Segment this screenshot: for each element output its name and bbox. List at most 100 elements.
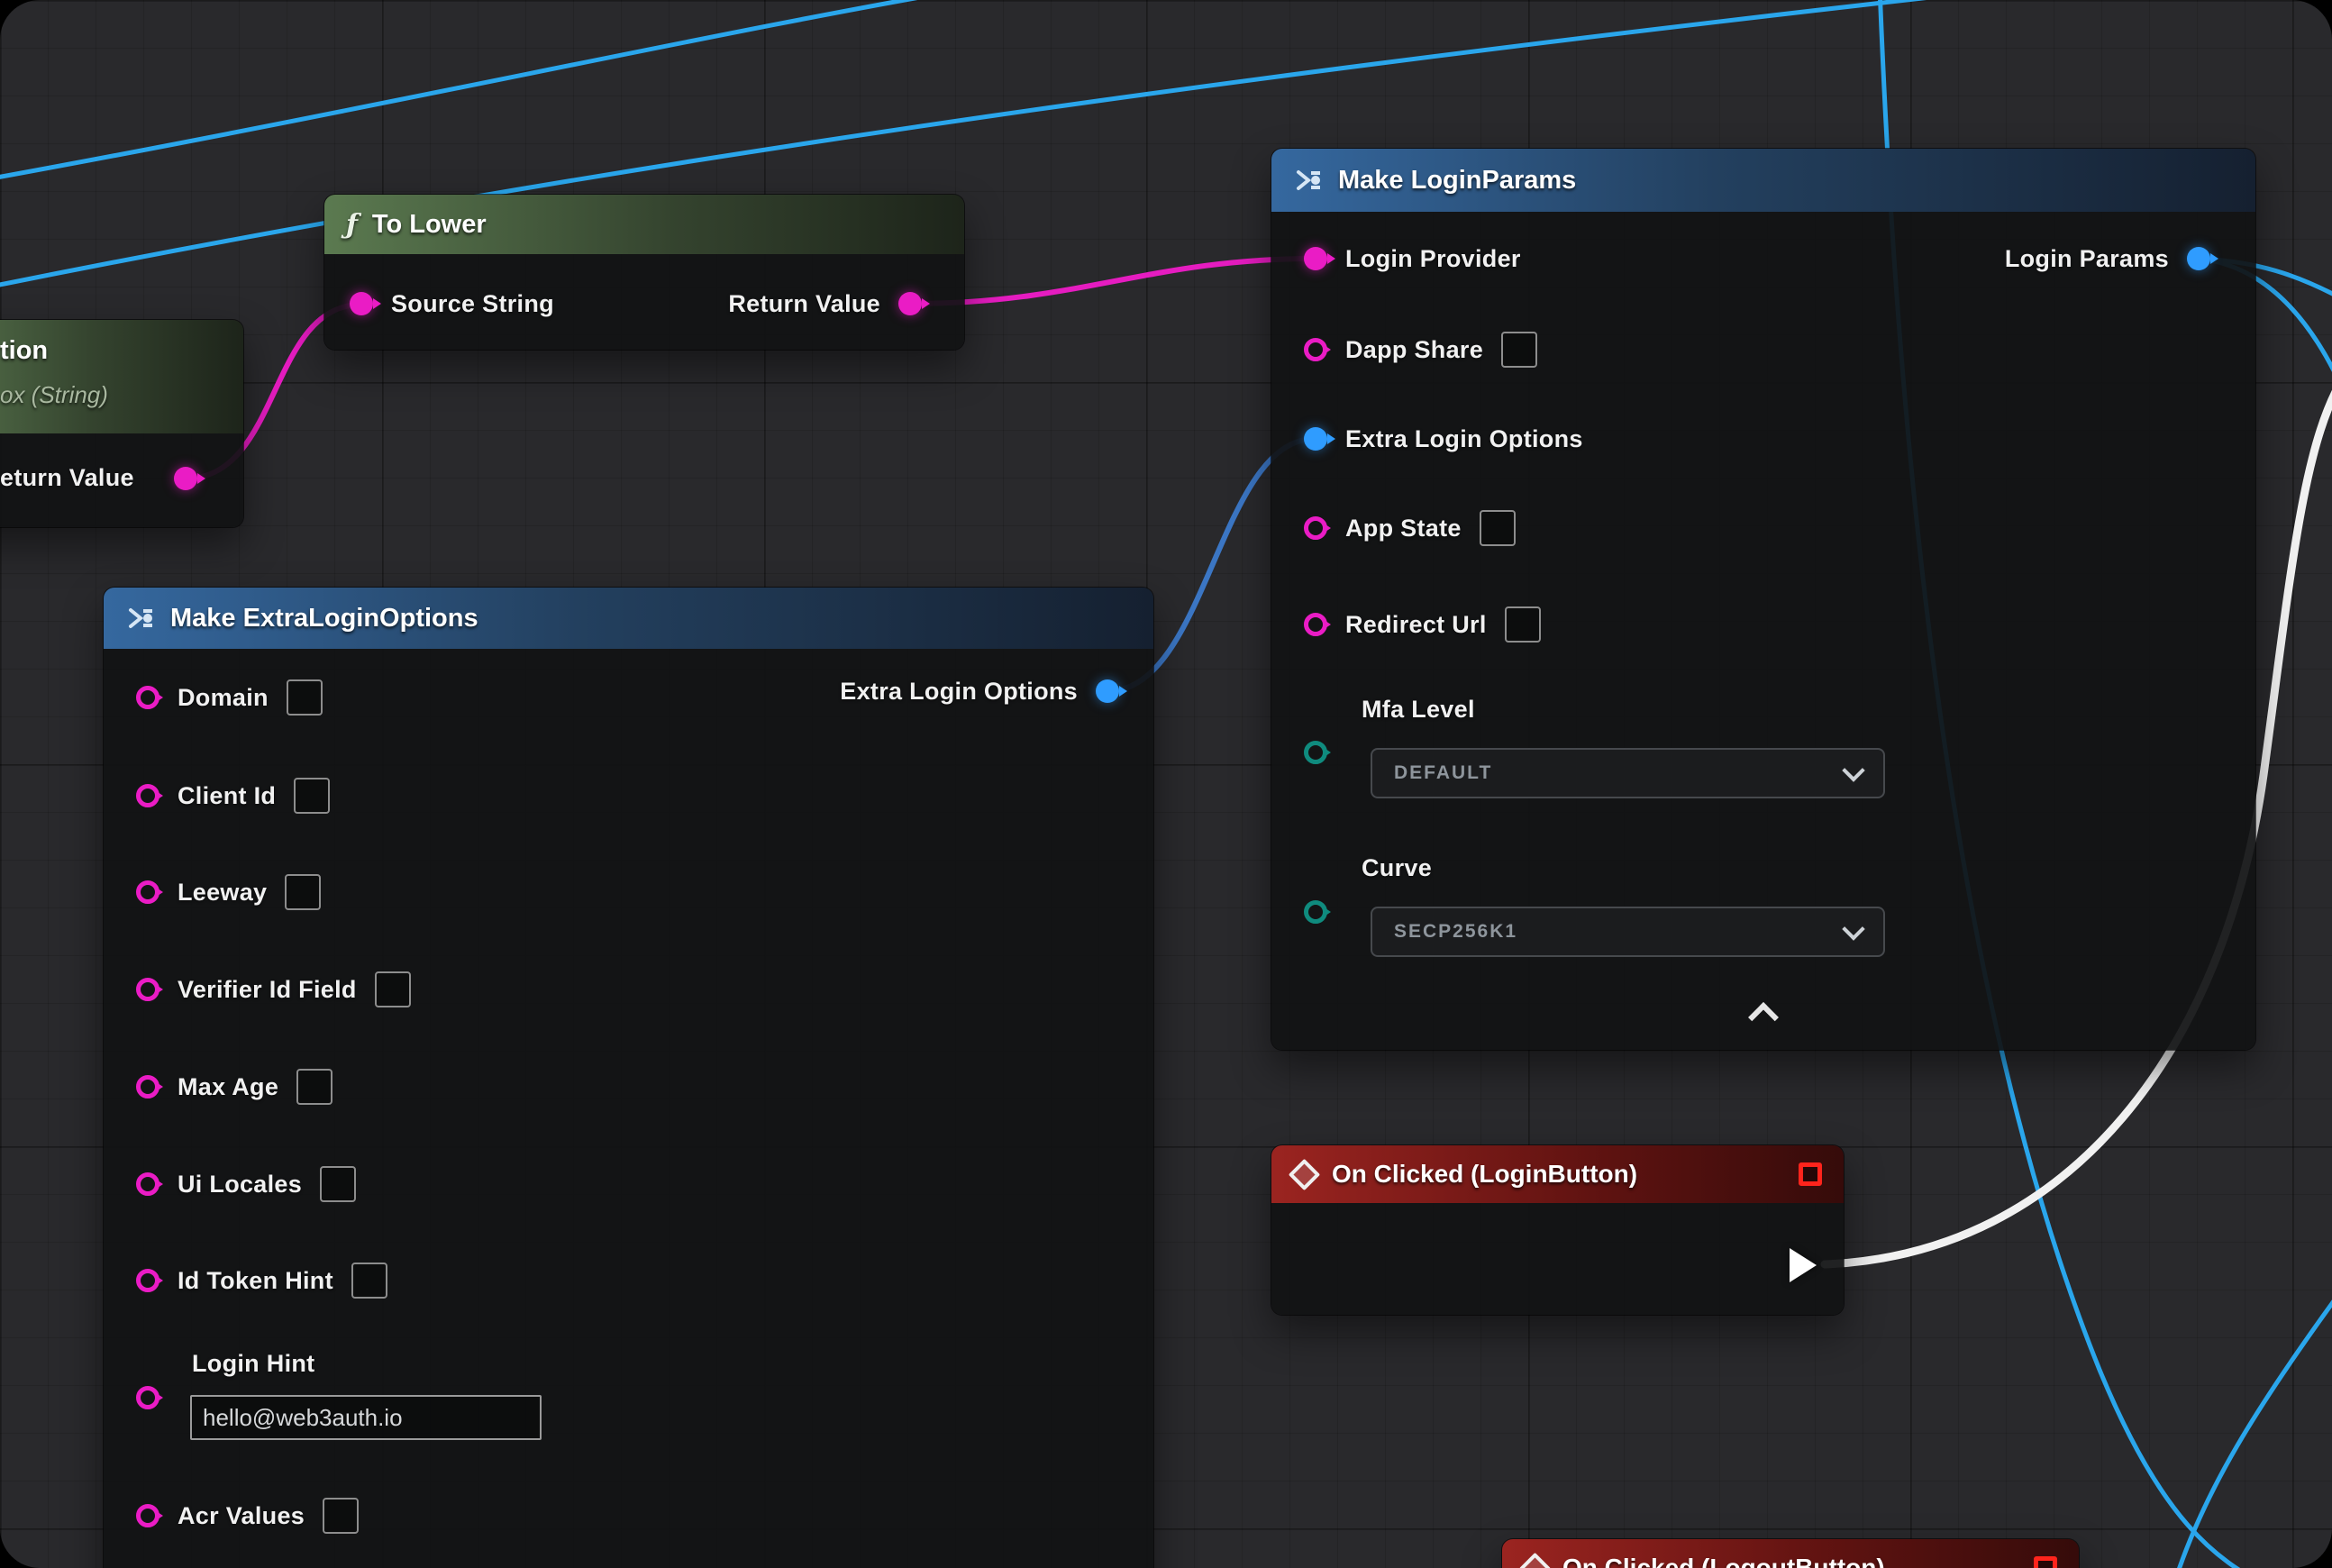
source-string-label: Source String: [391, 290, 554, 318]
dapp-share-label: Dapp Share: [1345, 336, 1483, 364]
node-partial-function[interactable]: tion ox (String) eturn Value: [0, 320, 243, 527]
max-age-checkbox[interactable]: [296, 1069, 332, 1105]
acr-values-pin[interactable]: [136, 1504, 159, 1527]
redirect-url-label: Redirect Url: [1345, 611, 1487, 639]
node-subtitle-fragment: ox (String): [0, 381, 108, 409]
leeway-pin[interactable]: [136, 880, 159, 904]
node-header[interactable]: Make LoginParams: [1271, 149, 2255, 212]
node-make-extra-login-options[interactable]: Make ExtraLoginOptions Extra Login Optio…: [104, 588, 1153, 1568]
source-string-pin[interactable]: [350, 292, 373, 315]
node-title: Make LoginParams: [1338, 166, 1576, 196]
node-on-clicked-login-button[interactable]: On Clicked (LoginButton): [1271, 1145, 1844, 1315]
event-icon: [1519, 1552, 1551, 1568]
app-state-pin[interactable]: [1304, 516, 1327, 540]
return-value-pin[interactable]: [898, 292, 922, 315]
client-id-checkbox[interactable]: [294, 778, 330, 814]
function-icon: ƒ: [346, 209, 358, 241]
node-on-clicked-logout-button[interactable]: On Clicked (LogoutButton): [1502, 1539, 2079, 1568]
ui-locales-label: Ui Locales: [178, 1171, 302, 1199]
verifier-id-field-label: Verifier Id Field: [178, 976, 357, 1004]
node-header[interactable]: tion ox (String): [0, 320, 243, 433]
client-id-label: Client Id: [178, 782, 276, 810]
curve-value: SECP256K1: [1394, 921, 1517, 943]
return-value-pin[interactable]: [174, 467, 197, 490]
curve-pin[interactable]: [1304, 900, 1327, 924]
mfa-level-label: Mfa Level: [1362, 696, 1475, 724]
domain-row: Domain: [136, 674, 323, 721]
make-struct-icon: [1293, 165, 1324, 196]
redirect-url-pin[interactable]: [1304, 613, 1327, 636]
login-hint-input[interactable]: [190, 1395, 542, 1440]
login-params-out-row: Login Params: [2005, 235, 2210, 282]
leeway-row: Leeway: [136, 869, 321, 916]
node-header[interactable]: On Clicked (LogoutButton): [1502, 1539, 2079, 1568]
app-state-checkbox[interactable]: [1480, 510, 1516, 546]
id-token-hint-checkbox[interactable]: [351, 1263, 387, 1299]
dapp-share-pin[interactable]: [1304, 338, 1327, 361]
node-title: On Clicked (LoginButton): [1332, 1160, 1637, 1189]
app-state-label: App State: [1345, 515, 1462, 542]
extra-login-options-in-pin[interactable]: [1304, 427, 1327, 451]
verifier-id-field-pin[interactable]: [136, 978, 159, 1001]
login-params-out-pin[interactable]: [2187, 247, 2210, 270]
ui-locales-checkbox[interactable]: [320, 1166, 356, 1202]
chevron-down-icon: [1842, 917, 1864, 940]
id-token-hint-row: Id Token Hint: [136, 1257, 387, 1304]
chevron-down-icon: [1842, 759, 1864, 781]
max-age-pin[interactable]: [136, 1075, 159, 1099]
node-header[interactable]: Make ExtraLoginOptions: [104, 588, 1153, 649]
curve-dropdown[interactable]: SECP256K1: [1371, 907, 1885, 957]
delegate-pin-icon[interactable]: [1799, 1162, 1822, 1186]
domain-checkbox[interactable]: [287, 679, 323, 716]
exec-output-pin[interactable]: [1790, 1248, 1817, 1282]
login-provider-row: Login Provider: [1304, 235, 1521, 282]
extra-login-options-out-pin[interactable]: [1096, 679, 1119, 703]
node-make-login-params[interactable]: Make LoginParams Login Params Login Prov…: [1271, 149, 2255, 1050]
leeway-checkbox[interactable]: [285, 874, 321, 910]
verifier-id-field-checkbox[interactable]: [375, 971, 411, 1007]
node-header[interactable]: On Clicked (LoginButton): [1271, 1145, 1844, 1203]
chevron-up-icon: [1748, 1002, 1779, 1033]
node-to-lower[interactable]: ƒ To Lower Source String Return Value: [324, 195, 964, 350]
client-id-row: Client Id: [136, 772, 330, 819]
acr-values-row: Acr Values: [136, 1492, 359, 1539]
client-id-pin[interactable]: [136, 784, 159, 807]
node-header[interactable]: ƒ To Lower: [324, 195, 964, 254]
redirect-url-row: Redirect Url: [1304, 601, 1541, 648]
node-title-fragment: tion: [0, 336, 48, 366]
app-state-row: App State: [1304, 505, 1516, 552]
wire-cyan-bottom-cross[interactable]: [2173, 1289, 2332, 1568]
node-title: To Lower: [372, 210, 487, 240]
login-provider-pin[interactable]: [1304, 247, 1327, 270]
wire-cyan-top-1[interactable]: [0, 0, 982, 180]
extra-login-options-in-row: Extra Login Options: [1304, 415, 1583, 462]
redirect-url-checkbox[interactable]: [1505, 606, 1541, 643]
return-value-label: eturn Value: [0, 464, 134, 492]
acr-values-checkbox[interactable]: [323, 1498, 359, 1534]
ui-locales-pin[interactable]: [136, 1172, 159, 1196]
mfa-level-dropdown[interactable]: DEFAULT: [1371, 748, 1885, 798]
return-value-row: Return Value: [728, 280, 922, 327]
node-title: Make ExtraLoginOptions: [170, 604, 478, 634]
acr-values-label: Acr Values: [178, 1502, 305, 1530]
login-hint-pin[interactable]: [136, 1386, 159, 1409]
blueprint-graph-canvas[interactable]: tion ox (String) eturn Value ƒ To Lower …: [0, 0, 2332, 1568]
leeway-label: Leeway: [178, 879, 267, 907]
wire-return-to-login-provider[interactable]: [910, 259, 1315, 304]
domain-pin[interactable]: [136, 686, 159, 709]
id-token-hint-pin[interactable]: [136, 1269, 159, 1292]
id-token-hint-label: Id Token Hint: [178, 1267, 333, 1295]
extra-login-options-out-row: Extra Login Options: [840, 668, 1119, 715]
node-title: On Clicked (LogoutButton): [1562, 1554, 1885, 1568]
login-params-out-label: Login Params: [2005, 245, 2169, 273]
mfa-level-value: DEFAULT: [1394, 762, 1492, 784]
extra-login-options-out-label: Extra Login Options: [840, 678, 1078, 706]
delegate-pin-icon[interactable]: [2034, 1556, 2057, 1568]
dapp-share-checkbox[interactable]: [1501, 332, 1537, 368]
mfa-level-pin[interactable]: [1304, 741, 1327, 764]
dapp-share-row: Dapp Share: [1304, 326, 1537, 373]
collapse-node-button[interactable]: [1744, 999, 1783, 1026]
verifier-id-field-row: Verifier Id Field: [136, 966, 411, 1013]
max-age-row: Max Age: [136, 1063, 332, 1110]
ui-locales-row: Ui Locales: [136, 1161, 356, 1208]
